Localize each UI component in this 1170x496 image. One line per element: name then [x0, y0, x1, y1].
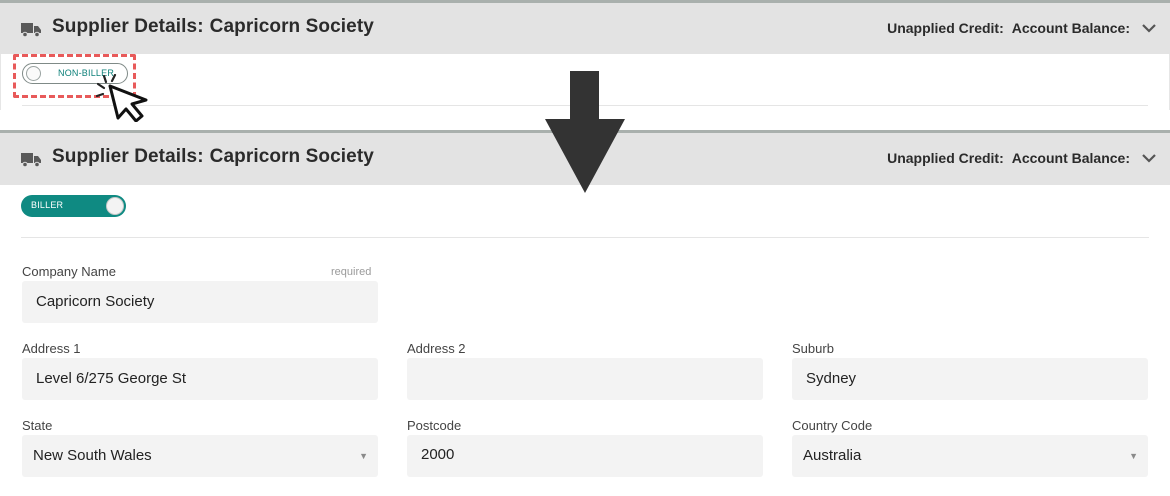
address1-field[interactable]: Level 6/275 George St: [22, 358, 378, 400]
suburb-label: Suburb: [792, 341, 834, 356]
cursor-icon: [96, 74, 148, 122]
panel-body: BILLER Company Name required Capricorn S…: [0, 185, 1170, 496]
country-code-value: Australia: [803, 447, 862, 464]
title-prefix: Supplier Details:: [52, 146, 204, 167]
truck-icon: [21, 23, 41, 37]
balance-summary: Unapplied Credit: Account Balance:: [887, 20, 1130, 36]
state-select[interactable]: New South Wales ▼: [22, 435, 378, 477]
toggle-label: BILLER: [31, 200, 64, 210]
postcode-field[interactable]: 2000: [407, 435, 763, 477]
suburb-field[interactable]: Sydney: [792, 358, 1148, 400]
title-prefix: Supplier Details:: [52, 16, 204, 37]
postcode-label: Postcode: [407, 418, 462, 433]
panel-title: Supplier Details: Capricorn Society: [52, 146, 374, 168]
address1-label: Address 1: [22, 341, 81, 356]
down-arrow-icon: [545, 71, 625, 193]
address2-field[interactable]: [407, 358, 763, 400]
panel-title: Supplier Details: Capricorn Society: [52, 16, 374, 38]
balance-summary: Unapplied Credit: Account Balance:: [887, 150, 1130, 166]
panel-header[interactable]: Supplier Details: Capricorn Society Unapp…: [0, 0, 1170, 54]
chevron-down-icon[interactable]: [1141, 153, 1157, 163]
company-name-label: Company Name: [22, 264, 116, 279]
country-code-label: Country Code: [792, 418, 873, 433]
unapplied-credit-label: Unapplied Credit:: [887, 150, 1004, 166]
biller-toggle[interactable]: BILLER: [21, 195, 126, 217]
required-indicator: required: [331, 266, 372, 278]
supplier-name: Capricorn Society: [209, 16, 374, 37]
unapplied-credit-label: Unapplied Credit:: [887, 20, 1004, 36]
caret-down-icon: ▼: [359, 451, 368, 461]
country-code-select[interactable]: Australia ▼: [792, 435, 1148, 477]
company-name-field[interactable]: Capricorn Society: [22, 281, 378, 323]
address2-label: Address 2: [407, 341, 466, 356]
caret-down-icon: ▼: [1129, 451, 1138, 461]
truck-icon: [21, 153, 41, 167]
supplier-name: Capricorn Society: [209, 146, 374, 167]
divider: [21, 237, 1149, 238]
state-label: State: [22, 418, 53, 433]
toggle-knob: [106, 197, 124, 215]
state-value: New South Wales: [33, 447, 152, 464]
account-balance-label: Account Balance:: [1011, 20, 1130, 36]
chevron-down-icon[interactable]: [1141, 23, 1157, 33]
account-balance-label: Account Balance:: [1011, 150, 1130, 166]
